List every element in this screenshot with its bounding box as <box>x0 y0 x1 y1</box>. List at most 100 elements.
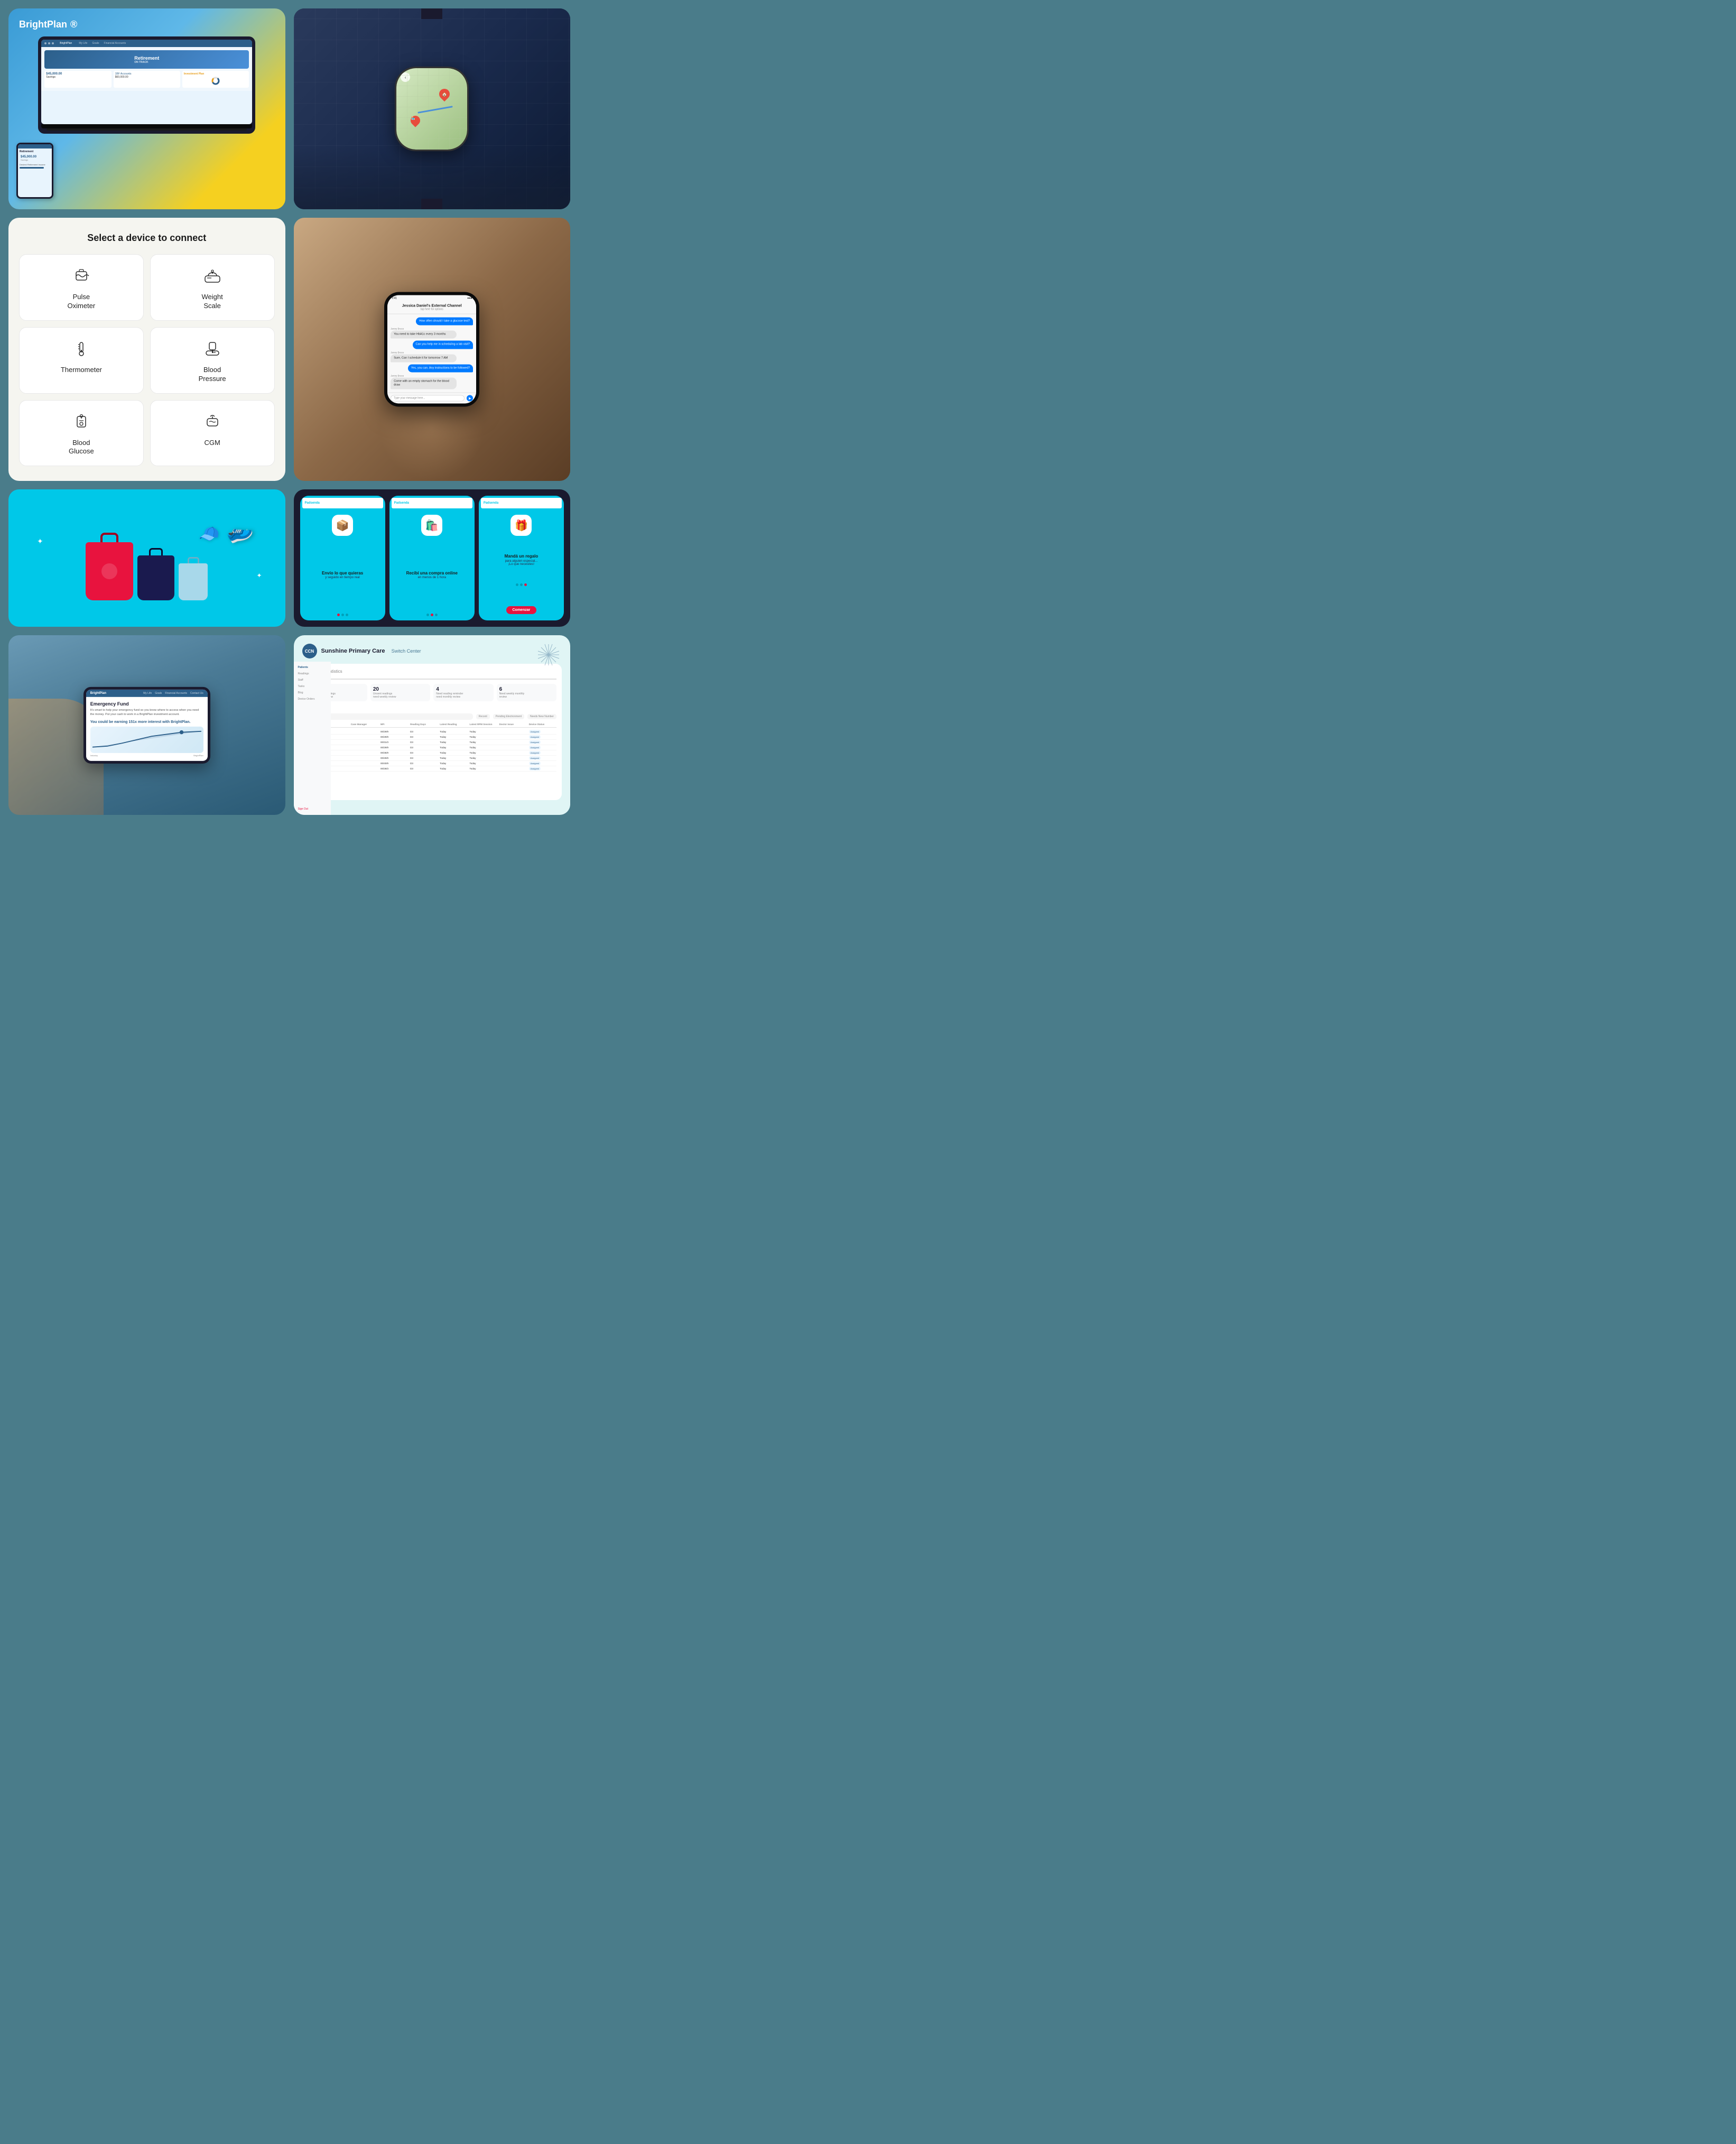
sidebar-item-patients[interactable]: Patients <box>302 666 327 669</box>
patient-status-4: Assigned <box>529 746 556 749</box>
laptop-mockup: BrightPlan My Life Goals Financial Accou… <box>38 36 255 134</box>
switch-center[interactable]: Switch Center <box>392 648 421 654</box>
bag-light <box>179 563 208 600</box>
ccn-title: Sunshine Primary Care <box>321 648 385 654</box>
laptop-stats: $45,000.00 Savings 1BF Accounts $60,000.… <box>44 71 249 88</box>
thermometer-icon <box>72 339 91 358</box>
sidebar-item-staff[interactable]: Staff <box>302 679 327 682</box>
filter-pending[interactable]: Pending Electronment <box>493 714 524 719</box>
phone-screenshot-3: Padsenda 🎁 Mandá un regalo para alguien … <box>479 496 564 620</box>
table-row: Dylan Goldbaum 00/29/9 D3 Today Today As… <box>308 735 557 740</box>
weight-scale-icon-wrap <box>201 264 224 287</box>
patients-title: Patients <box>308 706 557 711</box>
dashboard-tabs: Tasks Statistics <box>308 669 557 680</box>
tablet-nav-goals[interactable]: Goals <box>155 692 162 695</box>
phone-nav <box>18 144 52 148</box>
device-item-pulse-oximeter[interactable]: PulseOximeter <box>19 254 144 321</box>
laptop-base <box>41 124 252 128</box>
screen-title: Retirement <box>134 55 159 61</box>
filter-recent[interactable]: Recent <box>476 714 490 719</box>
chat-message-2: You need to take HbA1c every 3 months <box>391 331 457 339</box>
patient-status-5: Assigned <box>529 751 556 754</box>
app-screenshots-card: Padsenda 📦 Envío lo que quieras y seguid… <box>294 489 571 627</box>
sidebar-item-readings[interactable]: Readings <box>302 672 327 675</box>
patient-status-6: Assigned <box>529 757 556 759</box>
phone-ss-icon-1: 📦 <box>332 515 353 536</box>
phone-ss-content-1: 📦 Envío lo que quieras y seguido en tiem… <box>300 511 385 620</box>
device-item-weight-scale[interactable]: WeightScale <box>150 254 275 321</box>
ccn-header: CCN Sunshine Primary Care Switch Center <box>302 644 562 658</box>
weight-scale-icon <box>203 266 222 285</box>
device-item-thermometer[interactable]: Thermometer <box>19 327 144 394</box>
blood-glucose-icon-wrap <box>70 410 93 433</box>
phone-ss-header-3: Padsenda <box>481 498 562 508</box>
tablet-nav-contact[interactable]: Contact Us <box>190 692 203 695</box>
chart-label-industry: Industry <box>90 754 98 757</box>
tablet-nav-my-life[interactable]: My Life <box>143 692 152 695</box>
chat-message-3: Can you help me in scheduling a lab visi… <box>413 341 474 349</box>
phone-ss-logo-1: Padsenda <box>305 502 320 505</box>
device-item-blood-pressure[interactable]: BloodPressure <box>150 327 275 394</box>
chat-status-bar: 9:41 ●●● <box>387 295 476 302</box>
patient-status-8: Assigned <box>529 767 556 770</box>
sidebar-item-blog[interactable]: Blog <box>302 691 327 694</box>
tablet-card: BrightPlan My Life Goals Financial Accou… <box>8 635 285 815</box>
phone-ss-title-3: Mandá un regalo <box>505 554 539 559</box>
nav-dot <box>48 42 50 44</box>
table-header-row: Name Case Manager NPI Reading Days Lates… <box>308 723 557 728</box>
phone-savings-lbl: Savings <box>21 159 49 161</box>
bag-large-logo <box>101 563 117 579</box>
bag-light-handle <box>188 557 199 563</box>
chat-input-field[interactable]: Type your message here... <box>391 395 465 402</box>
tablet-device: BrightPlan My Life Goals Financial Accou… <box>83 687 210 763</box>
device-item-blood-glucose[interactable]: BloodGlucose <box>19 400 144 467</box>
stat-savings: $45,000.00 Savings <box>44 71 111 88</box>
dashboard-inner: Tasks Statistics 14 Out of range reading… <box>302 664 562 800</box>
phone-ss-header-2: Padsenda <box>392 498 472 508</box>
dot-active-2 <box>431 614 433 616</box>
on-track: ON TRACK <box>134 61 159 64</box>
table-row: Clara Micheal 00/40/9 D3 Today Today Ass… <box>308 761 557 766</box>
sender-jenny-2: Jenny Bruce <box>391 351 473 354</box>
chat-input-bar: Type your message here... ▶ <box>387 393 476 404</box>
weight-scale-label: WeightScale <box>202 293 223 311</box>
dot-2-3 <box>435 614 438 616</box>
patient-days-7: D3 <box>410 762 438 765</box>
shopping-bags-scene: ✦ ✦ ✦ 👟 🧢 <box>21 516 273 600</box>
tablet-nav: BrightPlan My Life Goals Financial Accou… <box>86 690 208 697</box>
device-item-cgm[interactable]: CGM <box>150 400 275 467</box>
phone-screenshot-1: Padsenda 📦 Envío lo que quieras y seguid… <box>300 496 385 620</box>
patient-days-2: D3 <box>410 736 438 738</box>
th-npi: NPI <box>380 723 408 726</box>
dot-active-3 <box>524 583 527 586</box>
tablet-section-title: Emergency Fund <box>90 701 203 707</box>
patient-session-6: Today <box>469 757 497 759</box>
filter-needs-new[interactable]: Needs New Number <box>527 714 556 719</box>
th-device: Device Status <box>529 723 556 726</box>
db-stats-row: 14 Out of range readingsneed weekly revi… <box>308 684 557 701</box>
tablet-chart <box>90 727 203 753</box>
phone-ss-icon-2: 🛍️ <box>421 515 442 536</box>
status-time: 9:41 <box>392 297 397 300</box>
phone-progress <box>20 167 44 169</box>
sidebar-item-tasks[interactable]: Tasks <box>302 685 327 688</box>
dot-2-1 <box>426 614 429 616</box>
bag-dark <box>137 555 174 600</box>
patient-status-7: Assigned <box>529 762 556 765</box>
patient-session-1: Today <box>469 730 497 733</box>
stat-label-4: Need weekly monthlyreview <box>499 692 554 699</box>
tablet-nav-fin[interactable]: Financial Accounts <box>165 692 187 695</box>
patient-session-4: Today <box>469 746 497 749</box>
patient-session-2: Today <box>469 736 497 738</box>
patients-filters: 🔍 Search Recent Pending Electronment Nee… <box>308 713 557 720</box>
phone-ss-sub-1: y seguido en tiempo real <box>322 576 363 579</box>
phone-ss-title-2: Recibí una compra online <box>406 571 458 576</box>
patients-search[interactable]: 🔍 Search <box>308 713 473 720</box>
phone-ss-dots-1 <box>337 614 348 616</box>
patient-npi-3: 00/31/3 <box>380 741 408 744</box>
comenzar-button[interactable]: Comenzar <box>506 606 537 614</box>
sidebar-item-device-orders[interactable]: Device Orders <box>302 698 327 701</box>
chat-send-button[interactable]: ▶ <box>467 395 473 402</box>
bag-large-container <box>86 542 133 600</box>
store-icon: 🏪 <box>409 116 418 120</box>
